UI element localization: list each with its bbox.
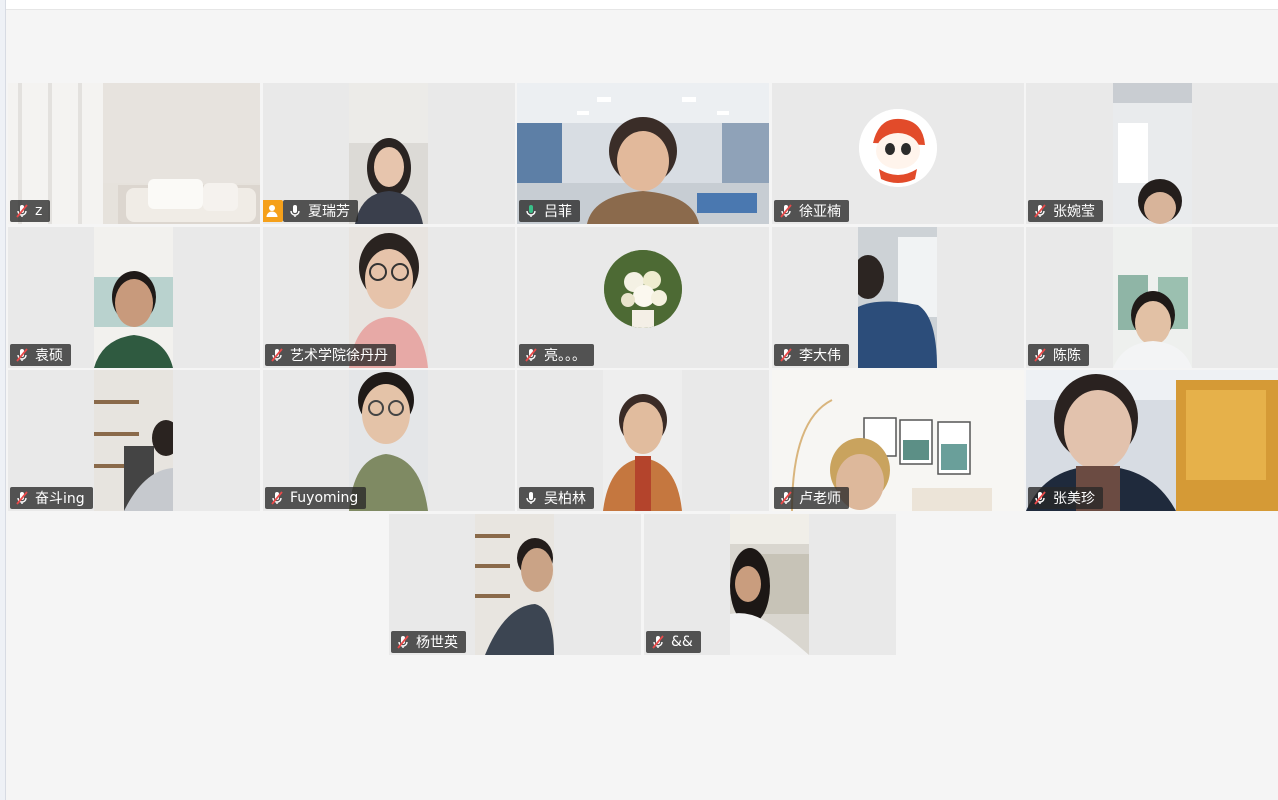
- participant-tile[interactable]: &&: [644, 514, 896, 655]
- participant-name-label: z: [10, 200, 51, 222]
- participant-name-label: Fuyoming: [265, 487, 367, 509]
- participant-name: 吴柏林: [544, 491, 586, 507]
- participant-name: 陈陈: [1053, 348, 1081, 364]
- participant-name-label: 杨世英: [391, 631, 466, 653]
- participant-tile[interactable]: 陈陈: [1026, 227, 1278, 368]
- participant-name-label: 吴柏林: [519, 487, 594, 509]
- participant-name: 张美珍: [1053, 491, 1095, 507]
- participant-tile[interactable]: 吴柏林: [517, 370, 769, 511]
- participant-name-label: 卢老师: [774, 487, 849, 509]
- participant-video: [603, 370, 682, 511]
- mic-icon: [290, 205, 300, 217]
- participant-video: [730, 514, 809, 655]
- participant-tile[interactable]: 卢老师: [772, 370, 1024, 511]
- mic-muted-icon: [397, 635, 409, 649]
- mic-icon: [526, 492, 536, 504]
- participant-tile[interactable]: 李大伟: [772, 227, 1024, 368]
- participant-name-label: &&: [646, 631, 701, 653]
- participant-avatar: [859, 109, 937, 187]
- participant-tile[interactable]: 张婉莹: [1026, 83, 1278, 224]
- mic-speaking-icon: [526, 205, 536, 217]
- participant-name: 徐亚楠: [799, 204, 841, 220]
- participant-name: Fuyoming: [290, 490, 359, 506]
- host-badge-icon: [263, 200, 283, 222]
- participant-name-label: 张婉莹: [1028, 200, 1103, 222]
- participant-name: 卢老师: [799, 491, 841, 507]
- participant-name: &&: [671, 634, 693, 650]
- participant-tile[interactable]: z: [8, 83, 260, 224]
- participant-name: 张婉莹: [1053, 204, 1095, 220]
- participant-name-label: 亮。。。: [519, 344, 594, 366]
- participant-name-label: 夏瑞芳: [283, 200, 358, 222]
- mic-muted-icon: [525, 348, 537, 362]
- participant-tile[interactable]: Fuyoming: [263, 370, 515, 511]
- participant-video: [858, 227, 937, 368]
- participant-tile[interactable]: 杨世英: [389, 514, 641, 655]
- participant-name-label: 艺术学院徐丹丹: [265, 344, 396, 366]
- participant-avatar: [604, 250, 682, 328]
- participant-name-label: 徐亚楠: [774, 200, 849, 222]
- participant-name-label: 李大伟: [774, 344, 849, 366]
- mic-muted-icon: [780, 204, 792, 218]
- participant-name: 袁硕: [35, 348, 63, 364]
- participant-name: z: [35, 203, 43, 219]
- mic-muted-icon: [16, 348, 28, 362]
- participant-video: [349, 83, 428, 224]
- participant-name-label: 张美珍: [1028, 487, 1103, 509]
- participant-name: 奋斗ing: [35, 491, 85, 507]
- participant-tile[interactable]: 袁硕: [8, 227, 260, 368]
- participant-tile[interactable]: 亮。。。: [517, 227, 769, 368]
- mic-muted-icon: [1034, 348, 1046, 362]
- participant-name-label: 袁硕: [10, 344, 71, 366]
- participant-name-label: 陈陈: [1028, 344, 1089, 366]
- participant-name: 艺术学院徐丹丹: [290, 348, 388, 364]
- participant-tile[interactable]: 张美珍: [1026, 370, 1278, 511]
- participant-video: [1113, 227, 1192, 368]
- participant-name: 亮。。。: [544, 348, 586, 364]
- participant-tile-active-speaker[interactable]: 吕菲: [517, 83, 769, 224]
- participant-video: [1113, 83, 1192, 224]
- participant-video: [94, 370, 173, 511]
- mic-muted-icon: [780, 348, 792, 362]
- participant-name: 李大伟: [799, 348, 841, 364]
- mic-muted-icon: [1034, 204, 1046, 218]
- mic-muted-icon: [652, 635, 664, 649]
- mic-muted-icon: [271, 491, 283, 505]
- left-window-edge: [0, 0, 6, 800]
- participant-tile[interactable]: 艺术学院徐丹丹: [263, 227, 515, 368]
- participant-tile[interactable]: 奋斗ing: [8, 370, 260, 511]
- mic-muted-icon: [780, 491, 792, 505]
- participant-name: 杨世英: [416, 635, 458, 651]
- participant-name: 夏瑞芳: [308, 204, 350, 220]
- participant-name-label: 吕菲: [519, 200, 580, 222]
- participant-tile[interactable]: 徐亚楠: [772, 83, 1024, 224]
- participant-video: [94, 227, 173, 368]
- participant-video: [475, 514, 554, 655]
- participant-name: 吕菲: [544, 204, 572, 220]
- window-top-bar: [0, 0, 1278, 10]
- mic-muted-icon: [16, 204, 28, 218]
- mic-muted-icon: [271, 348, 283, 362]
- participant-name-label: 奋斗ing: [10, 487, 93, 509]
- mic-muted-icon: [1034, 491, 1046, 505]
- participant-tile[interactable]: 夏瑞芳: [263, 83, 515, 224]
- mic-muted-icon: [16, 491, 28, 505]
